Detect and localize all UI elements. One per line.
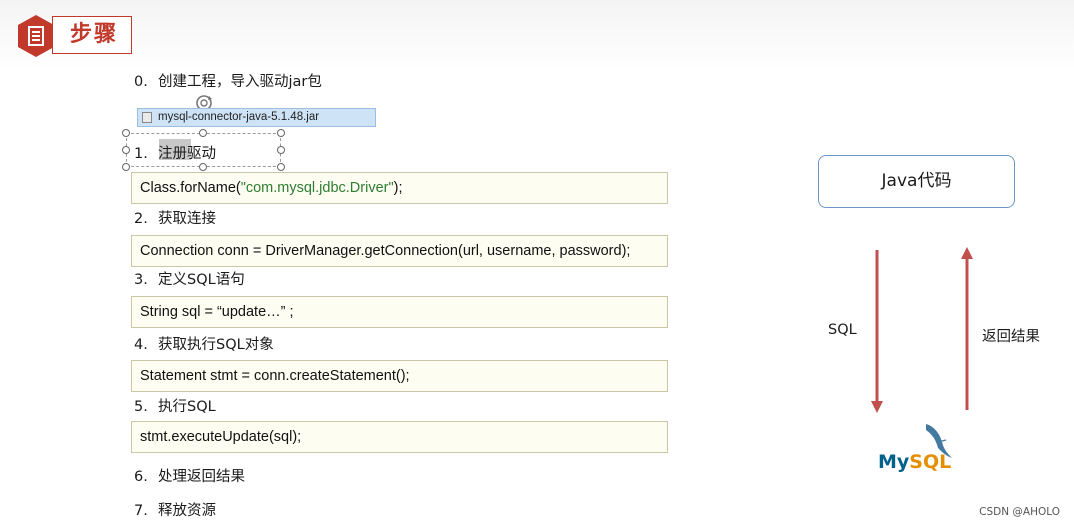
step-label: 创建工程，导入驱动jar包 — [158, 74, 322, 90]
java-code-box: Java代码 — [818, 155, 1015, 208]
step-label: 定义SQL语句 — [158, 272, 245, 288]
step-2: 2. 获取连接 — [134, 210, 216, 228]
step-3: 3. 定义SQL语句 — [134, 271, 245, 289]
flow-arrows — [871, 247, 973, 413]
return-result-label: 返回结果 — [982, 329, 1040, 345]
step-number: 2. — [134, 211, 148, 227]
document-icon — [18, 15, 54, 57]
step-6: 6. 处理返回结果 — [134, 468, 245, 486]
selection-frame[interactable] — [126, 133, 281, 167]
step-number: 5. — [134, 399, 148, 415]
resize-handle-bottom[interactable] — [199, 163, 207, 171]
code-get-connection: Connection conn = DriverManager.getConne… — [131, 235, 668, 267]
code-create-statement: Statement stmt = conn.createStatement(); — [131, 360, 668, 392]
code-register-driver: Class.forName("com.mysql.jdbc.Driver"); — [131, 172, 668, 204]
step-number: 6. — [134, 469, 148, 485]
code-text: ); — [393, 180, 403, 196]
page-title: 步骤 — [70, 22, 119, 47]
resize-handle-right[interactable] — [277, 146, 285, 154]
step-label: 处理返回结果 — [158, 469, 245, 485]
step-0: 0. 创建工程，导入驱动jar包 — [134, 73, 322, 91]
step-label: 执行SQL — [158, 399, 216, 415]
header-band — [0, 0, 1074, 70]
jar-file-name: mysql-connector-java-5.1.48.jar — [158, 111, 320, 123]
step-7: 7. 释放资源 — [134, 502, 216, 520]
resize-handle-left[interactable] — [122, 146, 130, 154]
code-execute-update: stmt.executeUpdate(sql); — [131, 421, 668, 453]
step-label: 释放资源 — [158, 503, 216, 519]
resize-handle-top[interactable] — [199, 129, 207, 137]
step-number: 7. — [134, 503, 148, 519]
resize-handle-bottom-right[interactable] — [277, 163, 285, 171]
down-arrow-head — [871, 401, 883, 413]
code-text: Class.forName( — [140, 180, 241, 196]
up-arrow-head — [961, 247, 973, 259]
mysql-logo-icon: MySQL — [878, 424, 952, 473]
step-number: 4. — [134, 337, 148, 353]
svg-text:MySQL: MySQL — [878, 451, 951, 473]
watermark: CSDN @AHOLO — [979, 506, 1060, 518]
code-define-sql: String sql = “update…” ; — [131, 296, 668, 328]
code-string: "com.mysql.jdbc.Driver" — [240, 180, 394, 196]
resize-handle-top-left[interactable] — [122, 129, 130, 137]
jar-file-icon — [142, 112, 152, 123]
step-label: 获取执行SQL对象 — [158, 337, 274, 353]
sql-label: SQL — [828, 322, 857, 338]
jar-file-item[interactable]: mysql-connector-java-5.1.48.jar — [137, 108, 376, 127]
step-label: 获取连接 — [158, 211, 216, 227]
resize-handle-top-right[interactable] — [277, 129, 285, 137]
step-4: 4. 获取执行SQL对象 — [134, 336, 274, 354]
resize-handle-bottom-left[interactable] — [122, 163, 130, 171]
step-number: 0. — [134, 74, 148, 90]
step-5: 5. 执行SQL — [134, 398, 216, 416]
step-number: 3. — [134, 272, 148, 288]
